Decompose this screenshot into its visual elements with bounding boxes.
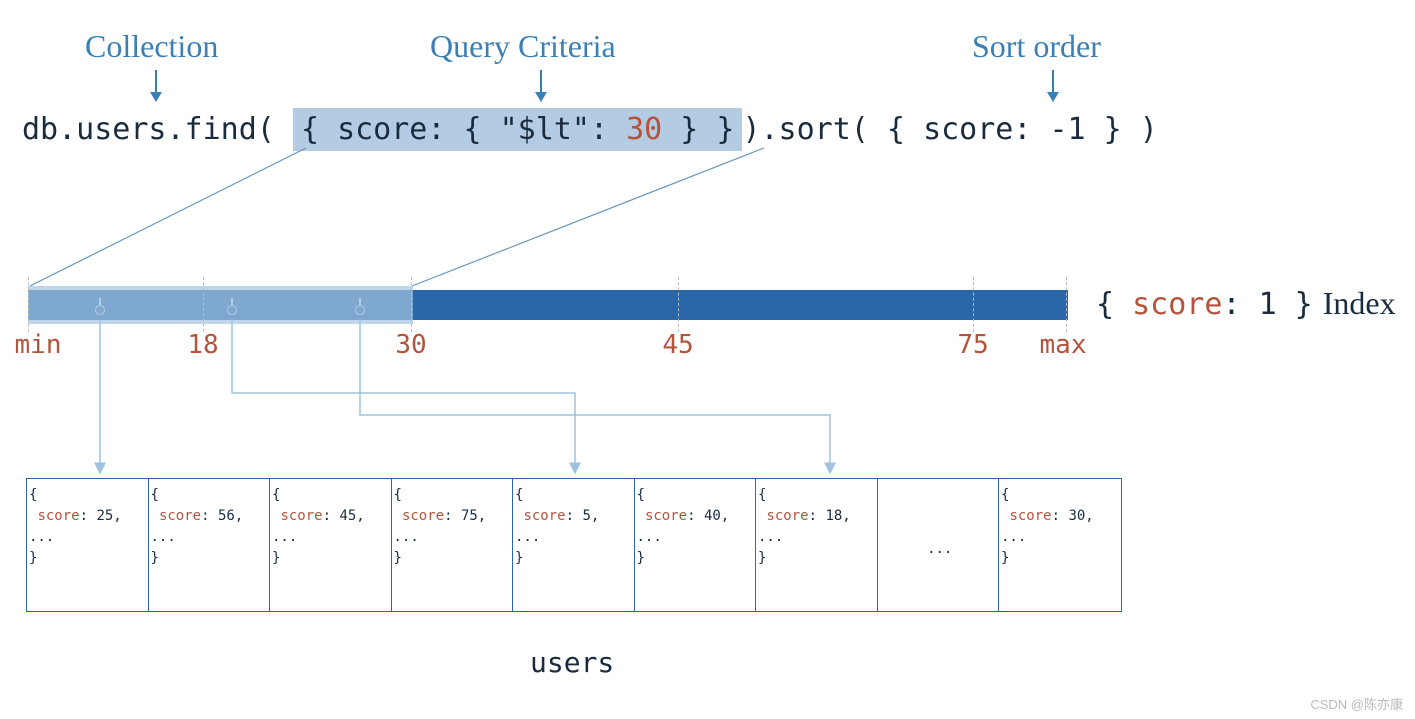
tick-min: min: [15, 330, 62, 360]
doc-dots-line: ...: [29, 527, 146, 548]
tick-75: 75: [957, 330, 988, 360]
doc-brace-open: {: [151, 485, 268, 506]
collection-name-label: users: [530, 646, 614, 679]
doc-dots-line: ...: [637, 527, 754, 548]
arrow-down-icon: [1052, 70, 1054, 100]
doc-score-line: score: 18,: [758, 506, 875, 527]
document-cell: { score: 56,...}: [149, 479, 271, 611]
doc-dots-line: ...: [515, 527, 632, 548]
doc-score-line: score: 56,: [151, 506, 268, 527]
index-pin: [95, 305, 105, 315]
doc-brace-close: }: [272, 548, 389, 569]
tick-line: [973, 277, 974, 332]
query-prefix: db.users.find(: [22, 112, 293, 147]
tick-line: [203, 277, 204, 332]
document-cell: { score: 5,...}: [513, 479, 635, 611]
doc-dots-line: ...: [151, 527, 268, 548]
tick-line: [678, 277, 679, 332]
doc-score-line: score: 75,: [394, 506, 511, 527]
index-bar-selection: [28, 286, 413, 324]
watermark: CSDN @陈亦康: [1310, 694, 1403, 713]
doc-score-line: score: 5,: [515, 506, 632, 527]
doc-brace-open: {: [29, 485, 146, 506]
doc-brace-close: }: [758, 548, 875, 569]
doc-brace-open: {: [515, 485, 632, 506]
tick-30: 30: [395, 330, 426, 360]
tick-45: 45: [662, 330, 693, 360]
doc-brace-close: }: [1001, 548, 1119, 569]
doc-score-line: score: 30,: [1001, 506, 1119, 527]
doc-dots-line: ...: [758, 527, 875, 548]
tick-line: [1066, 277, 1067, 332]
doc-brace-close: }: [29, 548, 146, 569]
doc-dots-line: ...: [394, 527, 511, 548]
documents-row: { score: 25,...}{ score: 56,...}{ score:…: [26, 478, 1122, 612]
document-cell: { score: 18,...}: [756, 479, 878, 611]
index-definition: { score: 1 }Index: [1096, 285, 1396, 322]
tick-line: [28, 277, 29, 332]
tick-18: 18: [187, 330, 218, 360]
doc-brace-open: {: [758, 485, 875, 506]
index-bar: min 18 30 45 75 max: [28, 290, 1068, 320]
arrow-down-icon: [155, 70, 157, 100]
document-cell: { score: 30,...}: [999, 479, 1121, 611]
label-collection: Collection: [85, 28, 218, 65]
doc-dots-line: ...: [272, 527, 389, 548]
arrow-down-icon: [540, 70, 542, 100]
doc-brace-close: }: [151, 548, 268, 569]
document-cell: ...: [878, 479, 1000, 611]
doc-brace-close: }: [515, 548, 632, 569]
doc-dots-line: ...: [1001, 527, 1119, 548]
doc-brace-open: {: [1001, 485, 1119, 506]
doc-score-line: score: 25,: [29, 506, 146, 527]
document-cell: { score: 40,...}: [635, 479, 757, 611]
doc-ellipsis: ...: [880, 539, 1001, 560]
doc-brace-open: {: [637, 485, 754, 506]
tick-max: max: [1040, 330, 1087, 360]
doc-brace-open: {: [272, 485, 389, 506]
document-cell: { score: 25,...}: [27, 479, 149, 611]
document-cell: { score: 45,...}: [270, 479, 392, 611]
doc-brace-close: }: [394, 548, 511, 569]
query-criteria-highlight: { score: { "$lt": 30 } }: [293, 108, 743, 151]
doc-score-line: score: 45,: [272, 506, 389, 527]
label-criteria: Query Criteria: [430, 28, 616, 65]
doc-brace-open: {: [394, 485, 511, 506]
doc-score-line: score: 40,: [637, 506, 754, 527]
index-pin: [227, 305, 237, 315]
document-cell: { score: 75,...}: [392, 479, 514, 611]
label-sort: Sort order: [972, 28, 1101, 65]
tick-line: [411, 277, 412, 332]
query-expression: db.users.find( { score: { "$lt": 30 } } …: [22, 108, 1158, 151]
doc-brace-close: }: [637, 548, 754, 569]
index-pin: [355, 305, 365, 315]
